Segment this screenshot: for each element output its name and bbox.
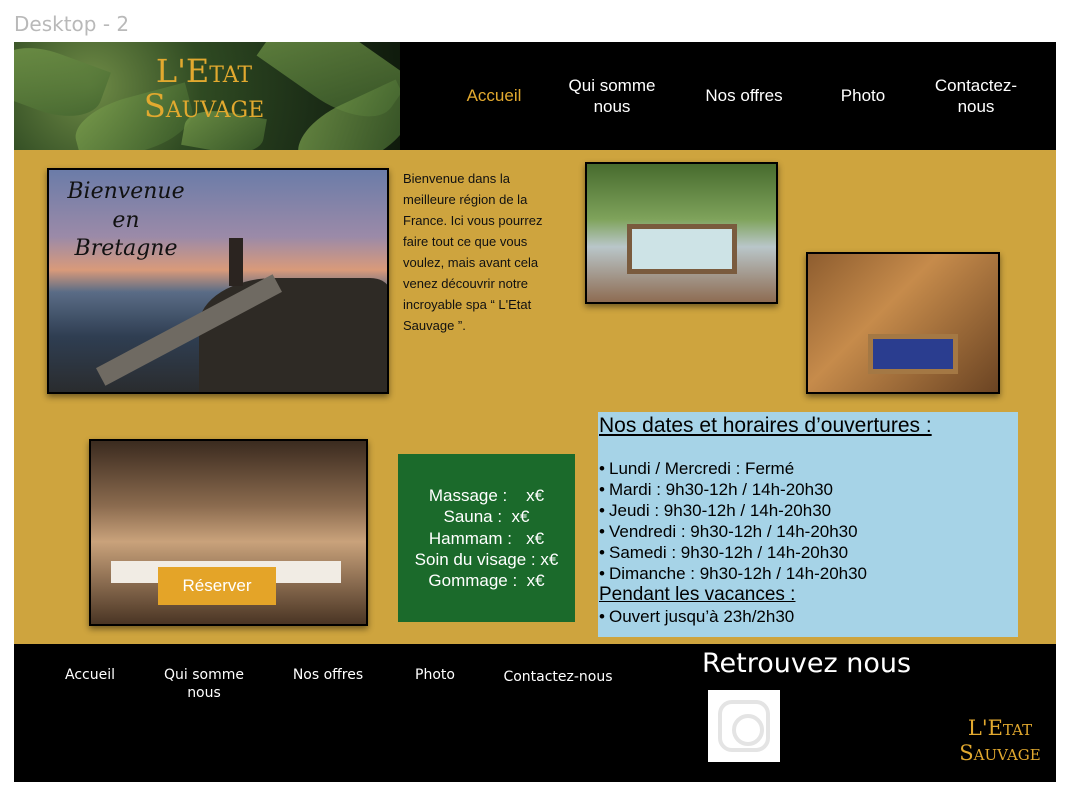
lighthouse-image: Bienvenue en Bretagne: [47, 168, 389, 394]
price-list: Massage : x€ Sauna : x€ Hammam : x€ Soin…: [398, 454, 575, 622]
hours-day: Jeudi : 9h30-12h / 14h-20h30: [599, 500, 1018, 521]
price-sauna: Sauna : x€: [443, 507, 530, 527]
sauna-image: [806, 252, 1000, 394]
nav-photo[interactable]: Photo: [830, 42, 896, 150]
price-hammam: Hammam : x€: [428, 528, 545, 548]
hours-day: Vendredi : 9h30-12h / 14h-20h30: [599, 521, 1018, 542]
welcome-line3: Bretagne: [74, 236, 178, 262]
nav-qui-somme-nous[interactable]: Qui somme nous: [560, 42, 664, 150]
find-us-heading: Retrouvez nous: [702, 648, 912, 679]
intro-text: Bienvenue dans la meilleure région de la…: [403, 171, 543, 334]
main-content: Bienvenue en Bretagne Bienvenue dans la …: [14, 150, 1056, 644]
price-gommage: Gommage : x€: [428, 571, 545, 590]
brand-logo-line2: Sauvage: [143, 87, 265, 126]
jacuzzi-image: [585, 162, 778, 304]
footer-logo-line2: Sauvage: [959, 741, 1041, 766]
price-massage: Massage : x€: [428, 486, 545, 505]
footer-nav-photo[interactable]: Photo: [408, 666, 462, 684]
footer-brand-logo: L'Etat Sauvage: [950, 716, 1050, 766]
reserve-button[interactable]: Réserver: [158, 567, 276, 605]
welcome-line2: en: [112, 207, 140, 233]
hours-day: Mardi : 9h30-12h / 14h-20h30: [599, 479, 1018, 500]
instagram-icon[interactable]: [708, 690, 780, 762]
nav-accueil[interactable]: Accueil: [454, 42, 534, 150]
vacation-list: Ouvert jusqu’à 23h/2h30: [599, 606, 1018, 627]
hours-day: Lundi / Mercredi : Fermé: [599, 458, 1018, 479]
hours-day: Samedi : 9h30-12h / 14h-20h30: [599, 542, 1018, 563]
footer-nav-contactez-nous[interactable]: Contactez-nous: [500, 668, 616, 686]
welcome-line1: Bienvenue: [67, 179, 185, 204]
hours-list: Lundi / Mercredi : Fermé Mardi : 9h30-12…: [599, 458, 1018, 584]
price-soin-visage: Soin du visage : x€: [414, 549, 559, 569]
hours-title: Nos dates et horaires d’ouvertures :: [599, 414, 932, 437]
site-footer: Accueil Qui somme nous Nos offres Photo …: [14, 644, 1056, 782]
opening-hours: Nos dates et horaires d’ouvertures : Lun…: [598, 412, 1018, 637]
nav-nos-offres[interactable]: Nos offres: [694, 42, 794, 150]
vacation-title: Pendant les vacances :: [599, 584, 796, 606]
nav-contactez-nous[interactable]: Contactez-nous: [920, 42, 1032, 150]
hours-day: Dimanche : 9h30-12h / 14h-20h30: [599, 563, 1018, 584]
site-header: L'Etat Sauvage Accueil Qui somme nous No…: [14, 42, 1056, 150]
brand-logo[interactable]: L'Etat Sauvage: [134, 52, 274, 126]
fern-banner-image: L'Etat Sauvage: [14, 42, 400, 150]
footer-nav-accueil[interactable]: Accueil: [60, 666, 120, 684]
frame-label: Desktop - 2: [14, 12, 130, 36]
brand-logo-line1: L'Etat: [155, 52, 253, 90]
welcome-overlay: Bienvenue en Bretagne: [67, 178, 185, 264]
footer-nav-qui-somme-nous[interactable]: Qui somme nous: [162, 666, 246, 702]
vacation-item: Ouvert jusqu’à 23h/2h30: [599, 606, 1018, 627]
footer-nav-nos-offres[interactable]: Nos offres: [286, 666, 370, 684]
footer-logo-line1: L'Etat: [967, 716, 1033, 740]
